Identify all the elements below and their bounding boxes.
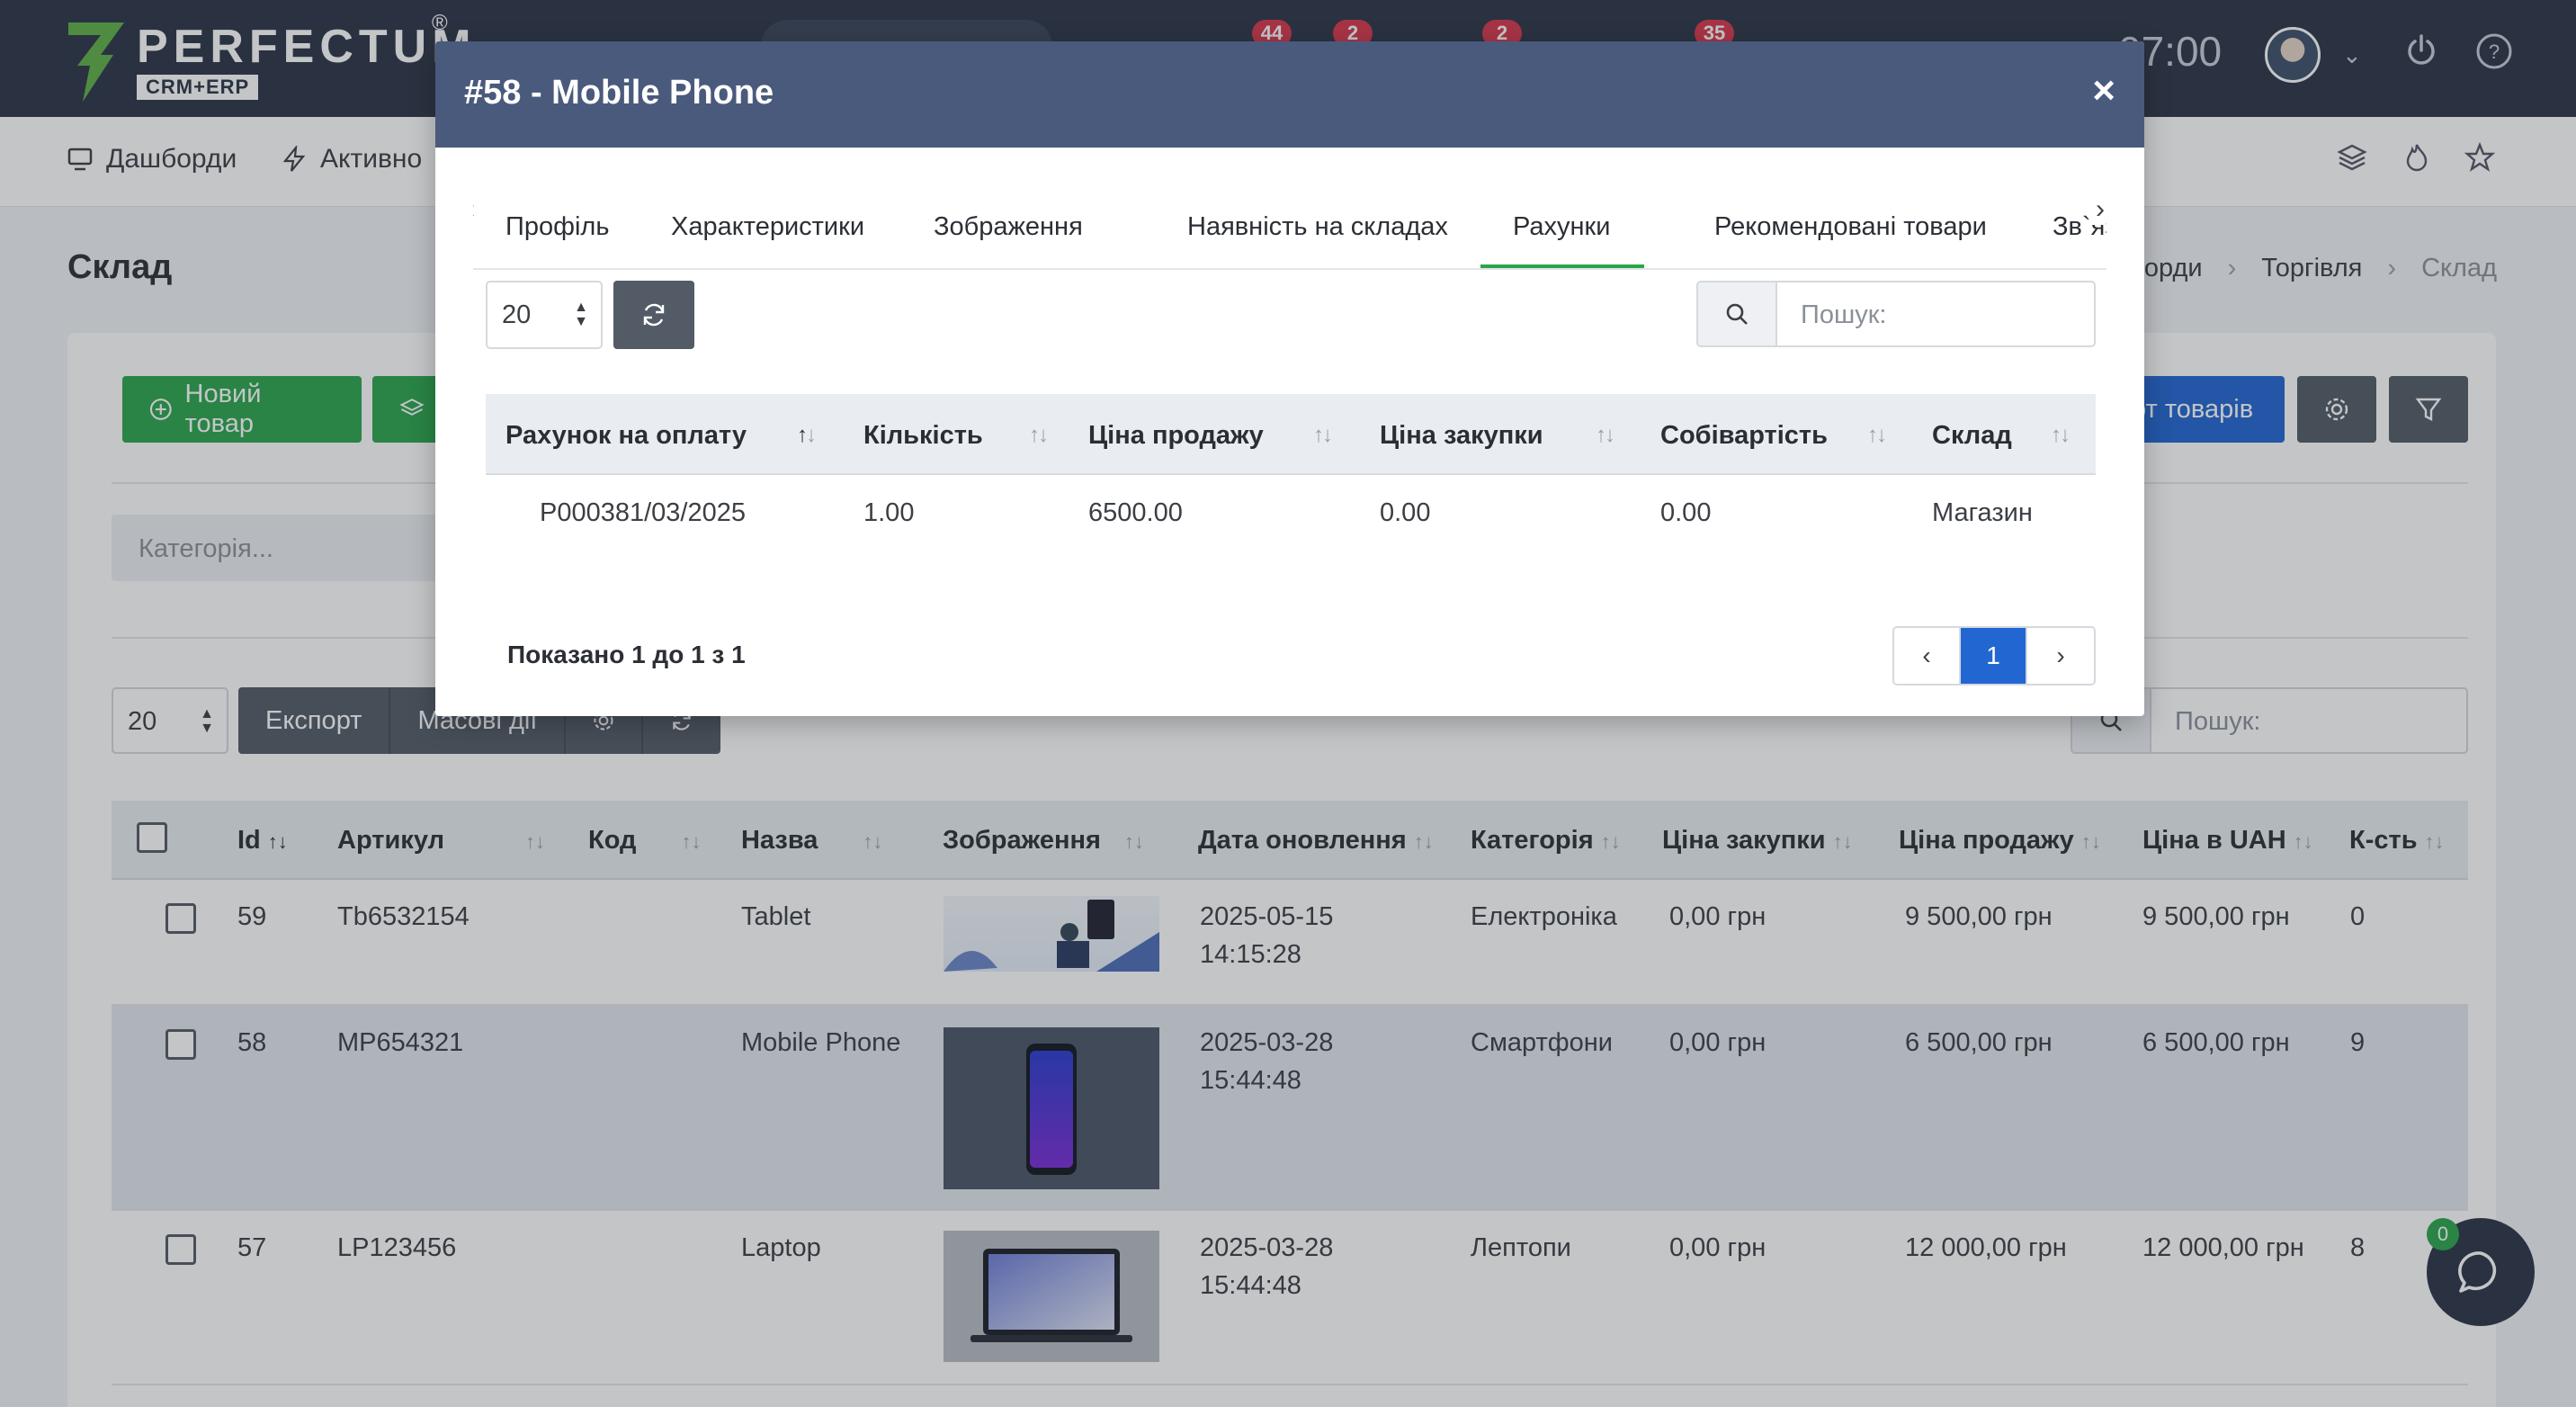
modal-header: #58 - Mobile Phone × [435,41,2144,148]
tab-images[interactable]: Зображення [934,212,1083,242]
sort-icon[interactable]: ↑↓ [2051,423,2071,448]
modal-search: Пошук: [1696,281,2096,347]
tab-invoices[interactable]: Рахунки [1513,212,1610,242]
column-header[interactable]: Склад [1932,421,2012,451]
chevron-right-icon[interactable]: › [2092,194,2105,225]
product-modal: #58 - Mobile Phone × ‹ Профіль Характери… [435,41,2144,716]
chevron-left-icon[interactable]: ‹ [473,194,475,225]
modal-refresh-button[interactable] [613,281,694,349]
modal-title: #58 - Mobile Phone [464,74,774,112]
modal-page-length-select[interactable]: 20 ▲ ▼ [486,281,603,349]
sort-icon[interactable]: ↑↓ [1029,423,1049,448]
column-header[interactable]: Рахунок на оплату [505,421,747,451]
pagination-info: Показано 1 до 1 з 1 [507,641,746,668]
tab-characteristics[interactable]: Характеристики [671,212,864,242]
cell-warehouse: Магазин [1932,498,2033,527]
modal-search-input[interactable]: Пошук: [1777,282,2094,345]
column-header[interactable]: Ціна продажу [1088,421,1264,451]
tab-profile[interactable]: Профіль [505,212,609,242]
page-length-value: 20 [502,300,532,329]
cell-cost: 0.00 [1660,498,1712,527]
tab-stock[interactable]: Наявність на складах [1187,212,1448,242]
column-header[interactable]: Ціна закупки [1380,421,1543,451]
sort-arrows-icon: ▲ ▼ [574,300,588,329]
cell-purchase-price: 0.00 [1380,498,1431,527]
pagination: ‹ 1 › [1892,626,2096,686]
sort-icon[interactable]: ↑↓ [1867,423,1887,448]
sort-asc-icon[interactable]: ↑↓ [797,423,817,448]
active-tab-indicator [1480,264,1644,268]
modal-tabs: ‹ Профіль Характеристики Зображення Наяв… [473,148,2106,270]
column-header[interactable]: Собівартість [1660,421,1828,451]
sort-icon[interactable]: ↑↓ [1596,423,1615,448]
cell-qty: 1.00 [863,498,915,527]
page-button[interactable]: 1 [1961,628,2027,684]
next-page-button[interactable]: › [2027,628,2094,684]
prev-page-button[interactable]: ‹ [1894,628,1961,684]
cell-sale-price: 6500.00 [1088,498,1183,527]
table-row[interactable]: P000381/03/2025 1.00 6500.00 0.00 0.00 М… [486,475,2096,556]
close-icon[interactable]: × [2092,68,2115,113]
invoice-link[interactable]: P000381/03/2025 [540,498,746,528]
tab-recommended[interactable]: Рекомендовані товари [1714,212,1987,242]
refresh-icon [643,303,665,327]
invoices-table-header: Рахунок на оплату ↑↓ Кількість ↑↓ Ціна п… [486,394,2096,475]
sort-icon[interactable]: ↑↓ [1313,423,1333,448]
column-header[interactable]: Кількість [863,421,983,451]
search-icon [1698,282,1777,345]
